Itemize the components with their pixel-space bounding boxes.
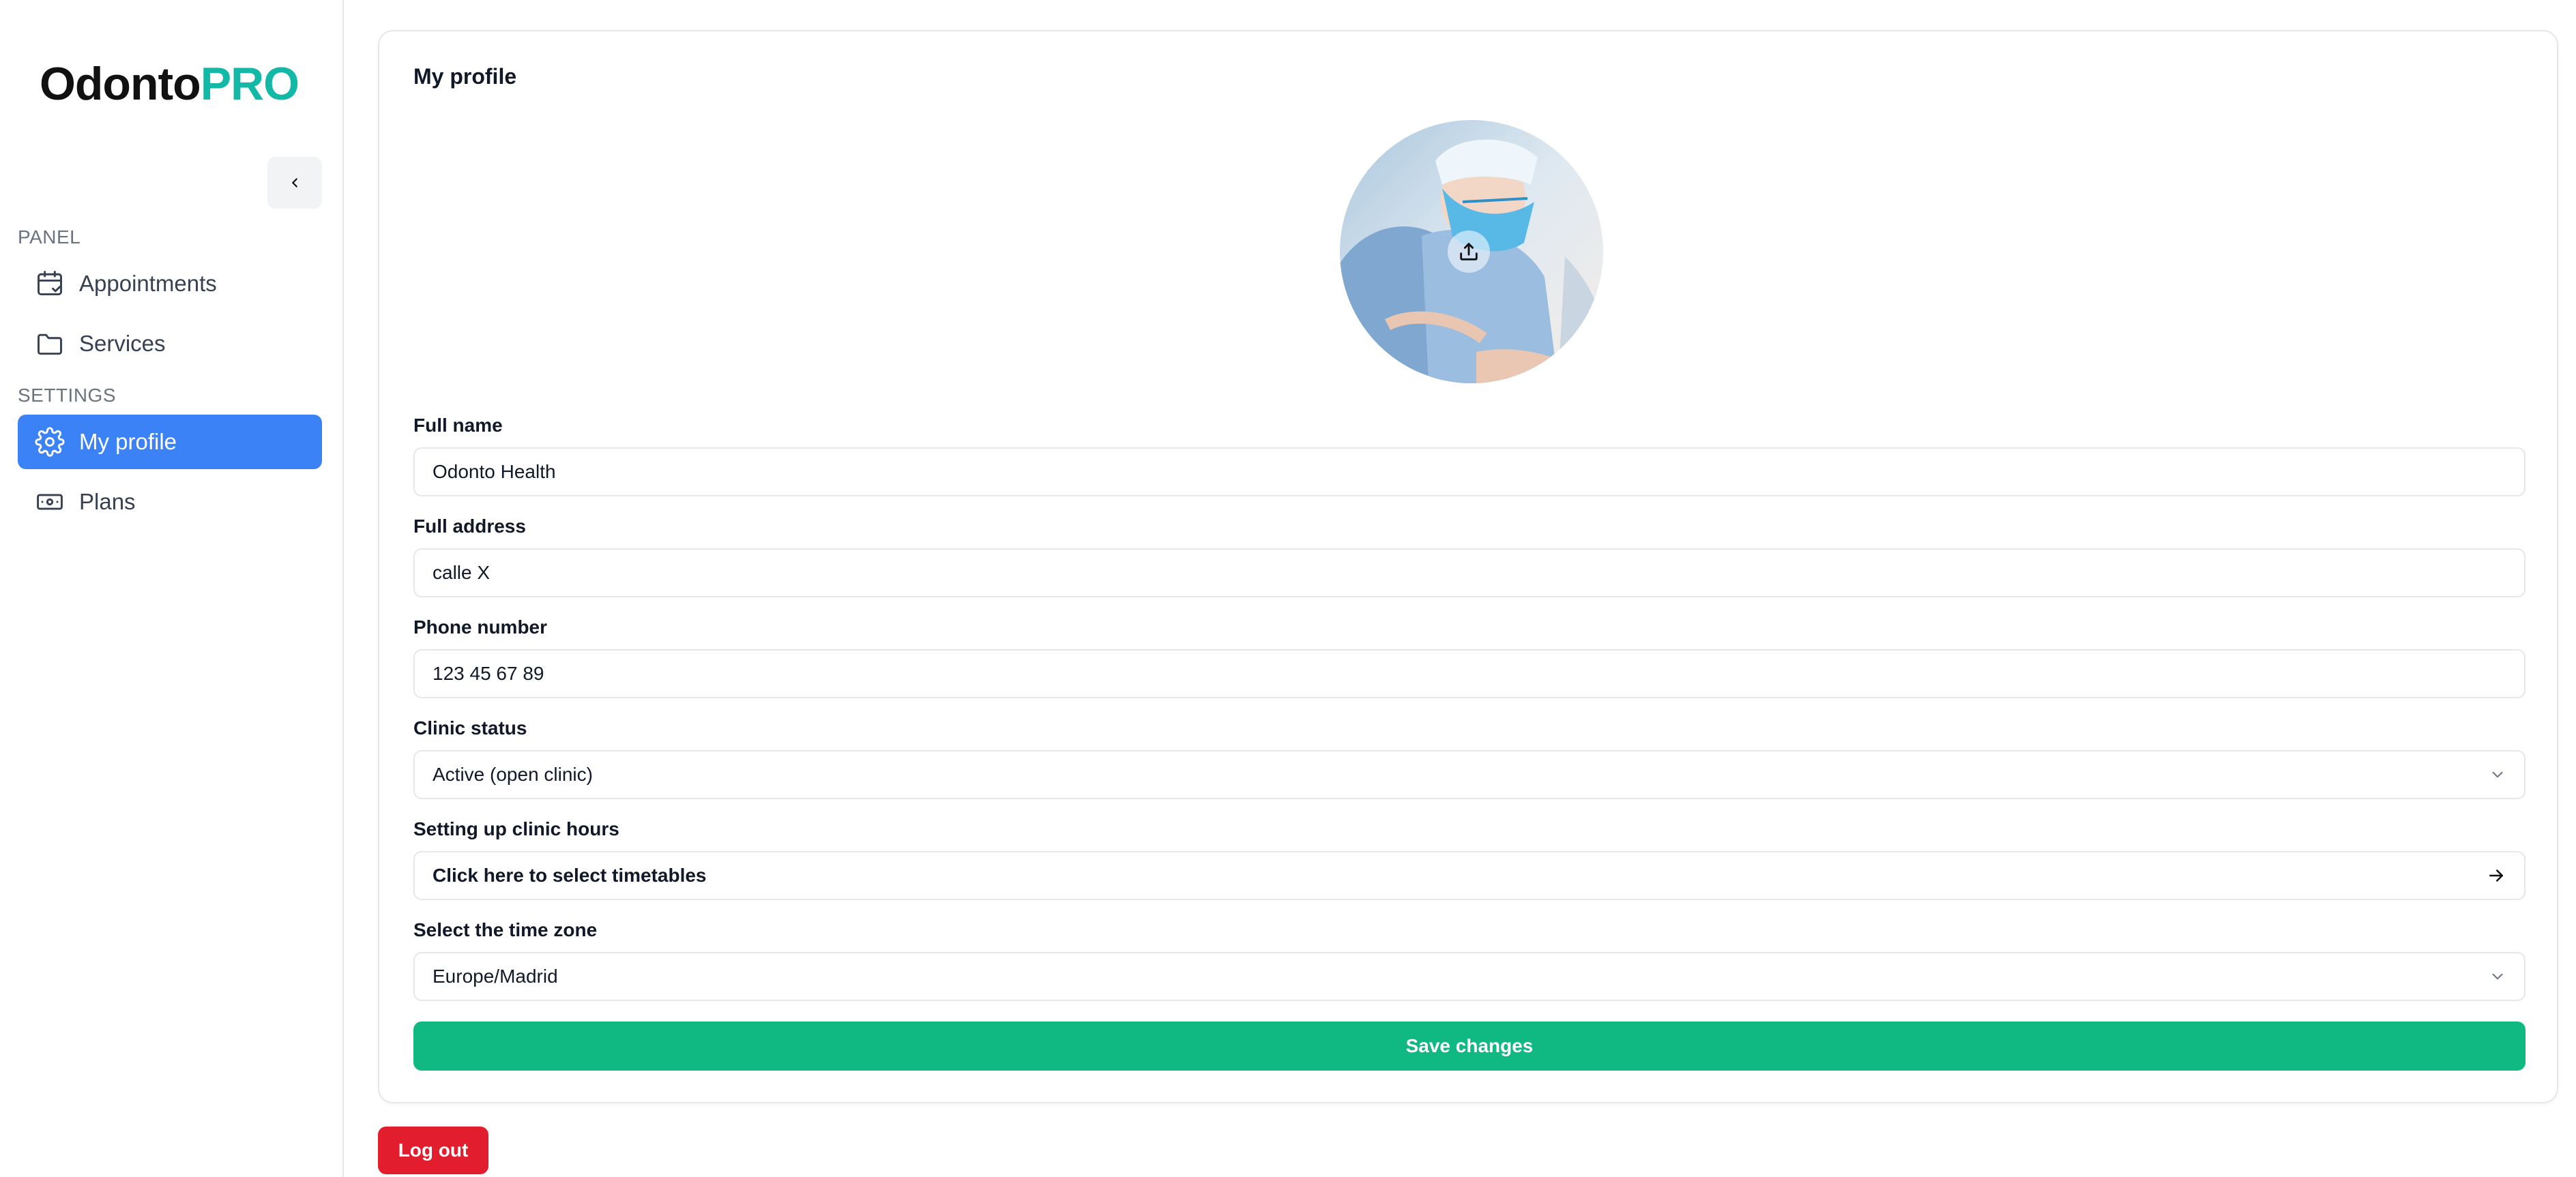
full-name-input[interactable]	[433, 461, 2506, 483]
clinic-status-value: Active (open clinic)	[433, 764, 593, 785]
upload-icon	[1460, 243, 1478, 260]
sidebar-item-label: Services	[79, 331, 166, 356]
full-address-label: Full address	[413, 516, 526, 537]
sidebar-item-label: My profile	[79, 429, 177, 454]
save-changes-button[interactable]: Save changes	[413, 1022, 2526, 1071]
sidebar-item-appointments[interactable]: Appointments	[18, 256, 322, 311]
chevron-down-icon	[2489, 766, 2506, 784]
full-address-input[interactable]	[433, 562, 2506, 584]
clinic-hours-label: Setting up clinic hours	[413, 818, 619, 839]
sidebar-item-label: Plans	[79, 489, 136, 514]
sidebar-collapse-button[interactable]	[267, 157, 322, 209]
app-root: OdontoPRO PANEL Appointments Services SE…	[0, 0, 2576, 1177]
phone-label: Phone number	[413, 616, 548, 638]
sidebar: OdontoPRO PANEL Appointments Services SE…	[0, 0, 344, 1177]
timezone-value: Europe/Madrid	[433, 966, 558, 987]
profile-card: My profile Full name Odonto Health Full …	[378, 30, 2558, 1103]
chevron-down-icon	[2489, 968, 2506, 985]
logout-button[interactable]: Log out	[378, 1127, 488, 1174]
folder-icon	[34, 328, 65, 359]
brand-name-part1: Odonto	[40, 58, 201, 110]
sidebar-item-plans[interactable]: Plans	[18, 475, 322, 529]
clinic-status-select[interactable]: Active (open clinic)	[413, 750, 2526, 799]
phone-input[interactable]	[433, 663, 2506, 685]
gear-icon	[34, 426, 65, 458]
arrow-right-icon	[2486, 865, 2506, 886]
page-title: My profile	[413, 64, 517, 89]
sidebar-item-services[interactable]: Services	[18, 316, 322, 371]
sidebar-section-settings: SETTINGS	[18, 385, 117, 406]
sidebar-section-panel: PANEL	[18, 226, 81, 248]
timezone-select[interactable]: Europe/Madrid	[413, 952, 2526, 1001]
banknote-icon	[34, 486, 65, 518]
full-name-label: Full name	[413, 415, 503, 436]
select-timetables-button[interactable]: Click here to select timetables	[413, 851, 2526, 900]
full-name-field[interactable]	[413, 447, 2526, 496]
clinic-status-label: Clinic status	[413, 717, 527, 739]
sidebar-item-my-profile[interactable]: My profile	[18, 415, 322, 469]
calendar-check-icon	[34, 268, 65, 299]
avatar-upload-button[interactable]	[1448, 230, 1490, 273]
brand-logo[interactable]: OdontoPRO	[40, 57, 299, 110]
sidebar-item-label: Appointments	[79, 271, 217, 296]
chevron-left-icon	[292, 178, 297, 188]
full-address-field[interactable]	[413, 548, 2526, 597]
timezone-label: Select the time zone	[413, 919, 598, 940]
phone-field[interactable]	[413, 649, 2526, 698]
select-timetables-label: Click here to select timetables	[433, 865, 707, 886]
brand-name-part2: PRO	[200, 58, 299, 110]
